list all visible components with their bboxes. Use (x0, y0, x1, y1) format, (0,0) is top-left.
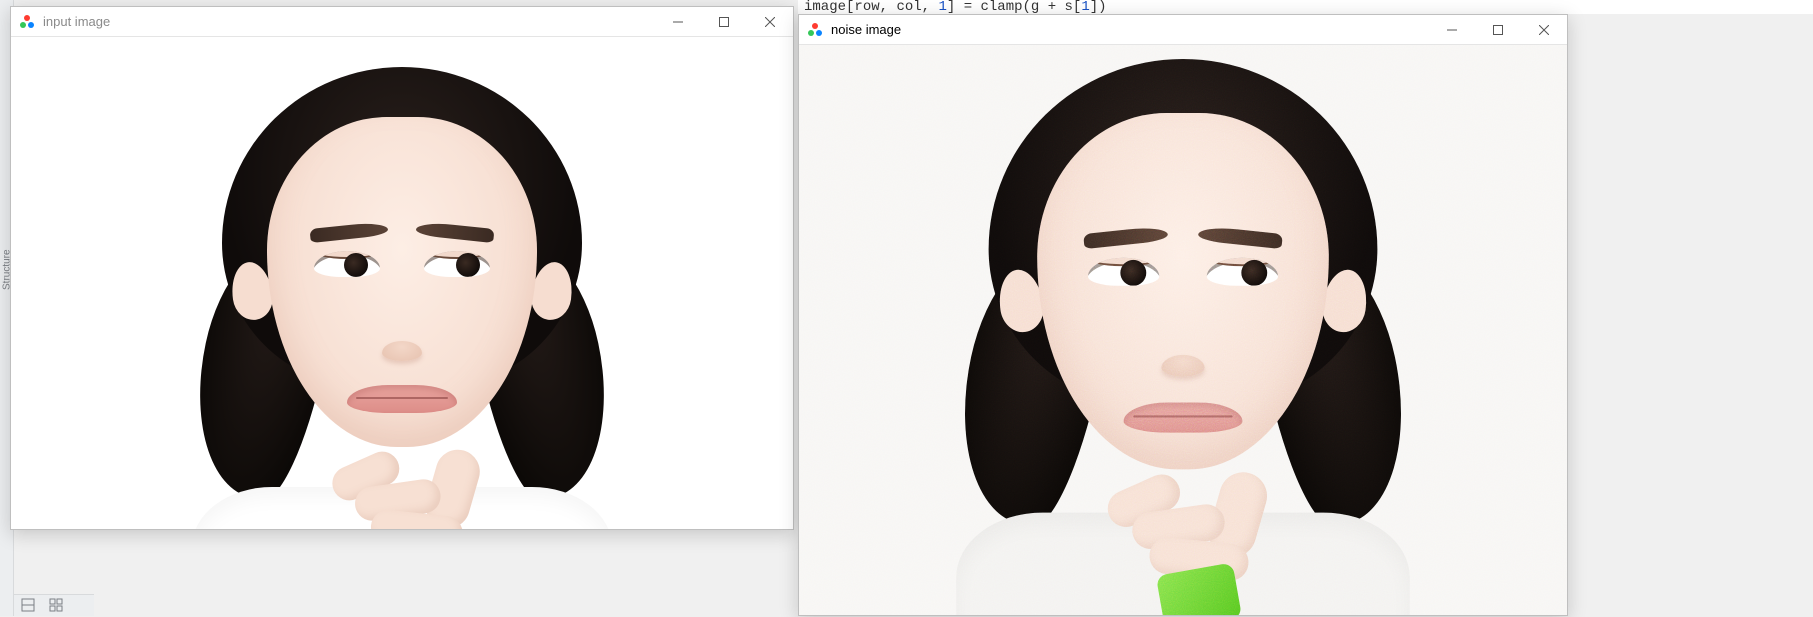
ide-bottom-toolbar (14, 594, 94, 616)
minimize-button[interactable] (1429, 15, 1475, 44)
window-noise-image[interactable]: noise image (798, 14, 1568, 616)
maximize-button[interactable] (701, 7, 747, 36)
minimize-button[interactable] (655, 7, 701, 36)
titlebar[interactable]: input image (11, 7, 793, 37)
window-controls (655, 7, 793, 36)
code-editor-line: image[row, col, 1] = clamp(g + s[1]) (798, 0, 1813, 14)
titlebar[interactable]: noise image (799, 15, 1567, 45)
portrait-illustration (881, 45, 1486, 615)
window-title: noise image (829, 22, 1429, 37)
grid-icon[interactable] (46, 595, 66, 615)
opencv-icon (807, 22, 823, 38)
window-controls (1429, 15, 1567, 44)
close-button[interactable] (1521, 15, 1567, 44)
opencv-icon (19, 14, 35, 30)
maximize-button[interactable] (1475, 15, 1521, 44)
image-viewport (799, 45, 1567, 615)
close-button[interactable] (747, 7, 793, 36)
portrait-illustration (122, 37, 682, 529)
window-input-image[interactable]: input image (10, 6, 794, 530)
window-title: input image (41, 14, 655, 29)
image-viewport (11, 37, 793, 529)
layout-icon[interactable] (18, 595, 38, 615)
